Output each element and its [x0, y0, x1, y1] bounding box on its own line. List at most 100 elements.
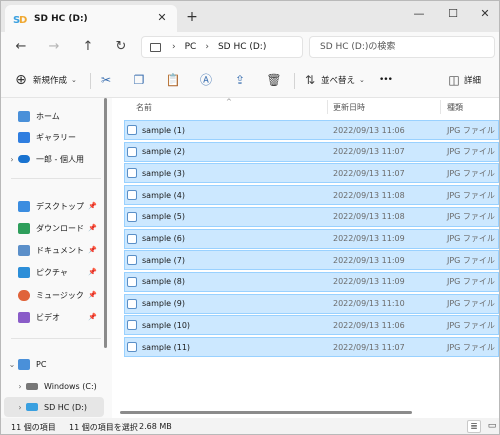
sidebar-item-sd-hc[interactable]: › SD HC (D:) — [4, 397, 104, 417]
file-type: JPG ファイル — [447, 190, 495, 200]
file-row[interactable]: sample (10) 2022/09/13 11:06 JPG ファイル — [124, 315, 499, 336]
share-button[interactable]: ⇪ — [232, 71, 248, 89]
chevron-right-icon[interactable]: › — [14, 403, 26, 412]
checkbox[interactable] — [127, 342, 137, 352]
tab-sd-hc[interactable]: SD SD HC (D:) ✕ — [5, 5, 177, 32]
details-pane-button[interactable]: ◫ 詳細 — [446, 71, 481, 89]
close-window-icon[interactable]: ✕ — [471, 4, 499, 24]
download-icon — [18, 222, 30, 234]
refresh-icon[interactable]: ↻ — [113, 39, 129, 55]
delete-button[interactable]: 🗑 — [266, 71, 282, 89]
sidebar-item-label: ギャラリー — [36, 132, 76, 142]
checkbox[interactable] — [127, 125, 137, 135]
checkbox[interactable] — [127, 255, 137, 266]
pin-icon[interactable]: 📌 — [88, 291, 97, 299]
file-modified-date: 2022/09/13 11:06 — [333, 125, 405, 135]
details-view-icon[interactable]: ≣ — [467, 420, 481, 433]
file-modified-date: 2022/09/13 11:07 — [333, 342, 405, 352]
sidebar-item-gallery[interactable]: ギャラリー — [1, 127, 107, 147]
up-icon[interactable]: ↑ — [80, 39, 96, 55]
sidebar-scrollbar[interactable] — [104, 98, 107, 348]
file-type: JPG ファイル — [447, 277, 495, 287]
file-row[interactable]: sample (5) 2022/09/13 11:08 JPG ファイル — [124, 206, 499, 227]
new-tab-icon[interactable]: + — [185, 10, 199, 24]
selection-size: 2.68 MB — [139, 422, 172, 431]
column-header-name[interactable]: 名前 — [136, 102, 152, 113]
sidebar-item-pictures[interactable]: ピクチャ 📌 — [1, 262, 107, 282]
chevron-right-icon[interactable]: › — [14, 382, 26, 391]
checkbox[interactable] — [127, 168, 137, 179]
chevron-down-icon[interactable]: ⌄ — [6, 360, 18, 369]
sort-button[interactable]: ⇅ 並べ替え ⌄ — [302, 71, 365, 89]
file-type: JPG ファイル — [447, 234, 495, 243]
checkbox[interactable] — [127, 190, 137, 201]
checkbox[interactable] — [127, 298, 137, 309]
file-row[interactable]: sample (9) 2022/09/13 11:10 JPG ファイル — [124, 293, 499, 314]
checkbox[interactable] — [127, 233, 137, 244]
pin-icon[interactable]: 📌 — [88, 224, 97, 232]
pin-icon[interactable]: 📌 — [88, 246, 97, 254]
sidebar-item-music[interactable]: ミュージック 📌 — [1, 285, 107, 305]
file-type: JPG ファイル — [447, 299, 495, 309]
checkbox[interactable] — [127, 146, 137, 157]
file-row[interactable]: sample (1) 2022/09/13 11:06 JPG ファイル — [124, 120, 499, 140]
sd-card-icon: SD — [13, 13, 27, 26]
details-pane-label: 詳細 — [464, 76, 482, 86]
cut-button[interactable]: ✂ — [98, 71, 114, 89]
file-row[interactable]: sample (11) 2022/09/13 11:07 JPG ファイル — [124, 337, 499, 357]
sidebar-item-downloads[interactable]: ダウンロード 📌 — [1, 218, 107, 238]
sidebar-item-pc[interactable]: ⌄ PC — [1, 354, 107, 374]
new-button[interactable]: ⊕ 新規作成 ⌄ — [13, 71, 77, 89]
file-row[interactable]: sample (2) 2022/09/13 11:07 JPG ファイル — [124, 141, 499, 162]
file-row[interactable]: sample (8) 2022/09/13 11:09 JPG ファイル — [124, 271, 499, 292]
file-modified-date: 2022/09/13 11:09 — [333, 234, 405, 243]
tiles-view-icon[interactable]: ▭ — [485, 420, 499, 433]
sidebar-item-windows-c[interactable]: › Windows (C:) — [9, 376, 107, 396]
column-header-date[interactable]: 更新日時 — [333, 102, 365, 113]
search-input[interactable]: SD HC (D:)の検索 — [309, 36, 495, 58]
forward-icon[interactable]: → — [46, 39, 62, 55]
file-row[interactable]: sample (6) 2022/09/13 11:09 JPG ファイル — [124, 228, 499, 249]
checkbox[interactable] — [127, 211, 137, 222]
file-row[interactable]: sample (7) 2022/09/13 11:09 JPG ファイル — [124, 250, 499, 271]
horizontal-scrollbar[interactable] — [120, 411, 412, 414]
tab-close-icon[interactable]: ✕ — [155, 11, 169, 25]
item-count: 11 個の項目 — [11, 423, 56, 432]
maximize-icon[interactable]: ☐ — [439, 4, 467, 24]
new-button-label: 新規作成 — [33, 76, 68, 86]
column-header-type[interactable]: 種類 — [447, 102, 463, 113]
checkbox[interactable] — [127, 276, 137, 287]
file-row[interactable]: sample (3) 2022/09/13 11:07 JPG ファイル — [124, 163, 499, 184]
breadcrumb-pc[interactable]: PC — [185, 42, 197, 52]
checkbox[interactable] — [127, 320, 137, 331]
file-modified-date: 2022/09/13 11:08 — [333, 190, 405, 200]
pin-icon[interactable]: 📌 — [88, 268, 97, 276]
pin-icon[interactable]: 📌 — [88, 313, 97, 321]
breadcrumb-sd-hc[interactable]: SD HC (D:) — [218, 42, 266, 52]
address-bar[interactable]: › PC › SD HC (D:) — [141, 36, 303, 58]
more-options-button[interactable]: ••• — [379, 71, 393, 89]
column-divider[interactable] — [440, 100, 441, 114]
sidebar-item-documents[interactable]: ドキュメント 📌 — [1, 240, 107, 260]
file-name: sample (7) — [142, 255, 185, 265]
sidebar-item-label: ダウンロード — [36, 223, 84, 233]
sidebar-item-onedrive[interactable]: › 一郎 - 個人用 — [1, 149, 107, 169]
sidebar-item-home[interactable]: ホーム — [1, 106, 107, 126]
minimize-icon[interactable]: — — [405, 4, 433, 24]
sidebar-item-desktop[interactable]: デスクトップ 📌 — [1, 196, 107, 216]
back-icon[interactable]: ← — [13, 39, 29, 55]
paste-button[interactable]: 📋 — [165, 71, 181, 89]
rename-button[interactable]: Ⓐ — [198, 71, 214, 89]
music-icon — [18, 289, 30, 301]
file-name: sample (11) — [142, 342, 191, 352]
chevron-right-icon[interactable]: › — [6, 155, 18, 164]
sidebar-item-videos[interactable]: ビデオ 📌 — [1, 307, 107, 327]
column-divider[interactable] — [327, 100, 328, 114]
copy-button[interactable]: ❐ — [131, 71, 147, 89]
drive-icon — [26, 382, 38, 390]
file-name: sample (8) — [142, 277, 185, 287]
file-row[interactable]: sample (4) 2022/09/13 11:08 JPG ファイル — [124, 185, 499, 206]
file-explorer-window: SD SD HC (D:) ✕ + — ☐ ✕ ← → ↑ ↻ › PC › S… — [0, 0, 500, 435]
pin-icon[interactable]: 📌 — [88, 202, 97, 210]
share-icon: ⇪ — [234, 73, 246, 87]
